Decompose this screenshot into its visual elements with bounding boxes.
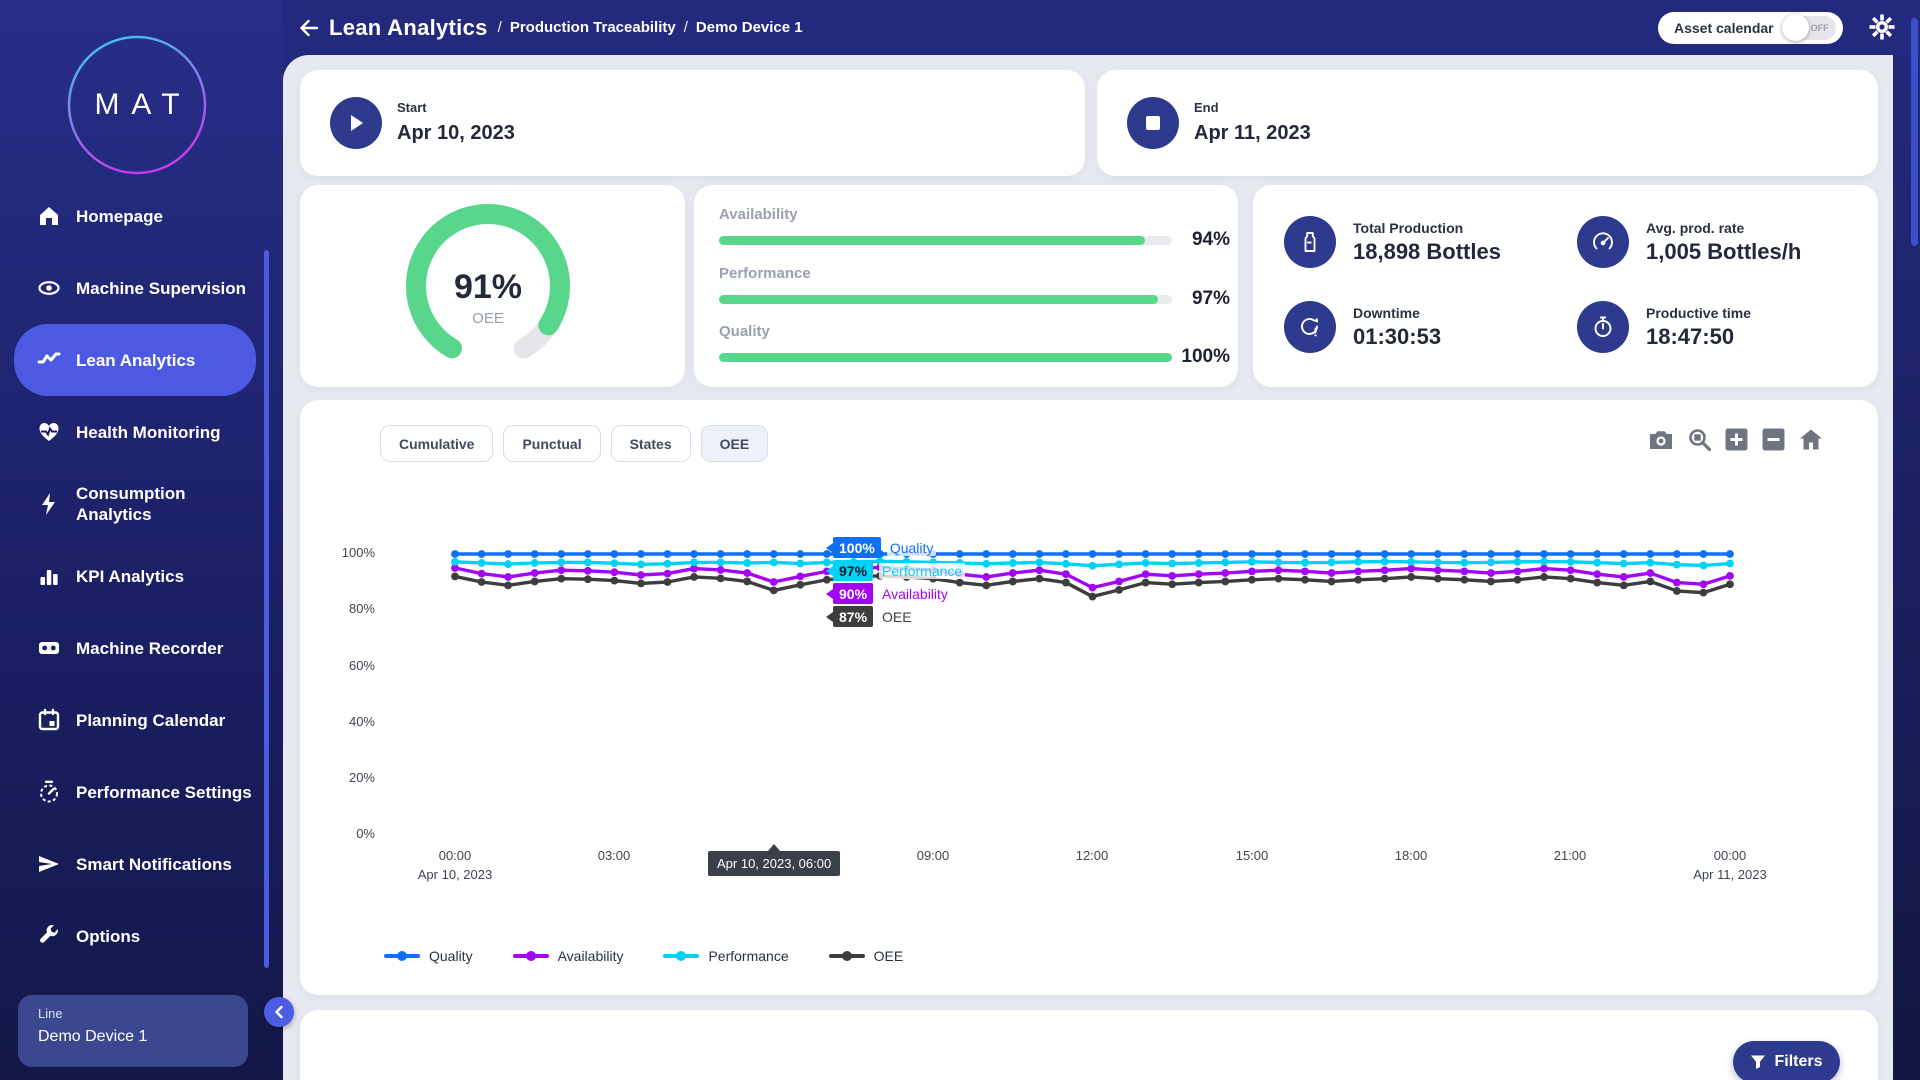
topbar: Lean Analytics / Production Traceability… bbox=[283, 0, 1920, 55]
hover-label-performance: 97%Performance bbox=[826, 560, 965, 581]
calendar-icon bbox=[36, 707, 62, 733]
end-date: Apr 11, 2023 bbox=[1194, 122, 1311, 145]
x-tick: 09:00 bbox=[878, 848, 988, 863]
sidebar-item-machine-recorder[interactable]: Machine Recorder bbox=[14, 612, 256, 684]
x-tick: 18:00 bbox=[1356, 848, 1466, 863]
filters-button[interactable]: Filters bbox=[1733, 1041, 1840, 1080]
sidebar-item-performance-settings[interactable]: Performance Settings bbox=[14, 756, 256, 828]
oee-line-chart[interactable] bbox=[300, 400, 1878, 995]
stop-icon bbox=[1127, 97, 1179, 149]
breadcrumb-item[interactable]: Production Traceability bbox=[510, 19, 676, 36]
asset-calendar-switch[interactable]: OFF bbox=[1784, 16, 1836, 40]
stat-productive-time: Productive time 18:47:50 bbox=[1577, 301, 1751, 353]
x-axis-hover-tooltip: Apr 10, 2023, 06:00 bbox=[708, 851, 840, 876]
stat-total-production: Total Production 18,898 Bottles bbox=[1284, 216, 1501, 268]
kpi-performance-value: 97% bbox=[1180, 288, 1230, 310]
kpi-quality-label: Quality bbox=[719, 323, 770, 340]
sidebar-item-machine-supervision[interactable]: Machine Supervision bbox=[14, 252, 256, 324]
x-tick: 15:00 bbox=[1197, 848, 1307, 863]
stat-downtime: Downtime 01:30:53 bbox=[1284, 301, 1441, 353]
start-label: Start bbox=[397, 100, 427, 115]
sidebar: MAT Homepage Machine Supervision Lean An… bbox=[0, 0, 283, 1080]
x-tick: 00:00Apr 11, 2023 bbox=[1675, 848, 1785, 882]
home-icon bbox=[36, 203, 62, 229]
sidebar-item-homepage[interactable]: Homepage bbox=[14, 180, 256, 252]
bottom-section-card bbox=[300, 1010, 1878, 1080]
gauge-value: 91% bbox=[398, 268, 578, 307]
line-label: Line bbox=[38, 1006, 228, 1021]
kpi-performance-label: Performance bbox=[719, 265, 811, 282]
wrench-icon bbox=[36, 923, 62, 949]
bar-chart-icon bbox=[36, 563, 62, 589]
filter-funnel-icon bbox=[1750, 1054, 1766, 1070]
oee-chart-card: Cumulative Punctual States OEE 100% 80% … bbox=[300, 400, 1878, 995]
tooltip-caret bbox=[768, 844, 780, 851]
hover-label-quality: 100%Quality bbox=[826, 537, 936, 558]
line-selector-panel[interactable]: Line Demo Device 1 bbox=[18, 995, 248, 1067]
gauge-icon bbox=[36, 779, 62, 805]
chevron-left-icon bbox=[273, 1005, 285, 1019]
mat-logo: MAT bbox=[67, 35, 207, 175]
sidebar-item-kpi-analytics[interactable]: KPI Analytics bbox=[14, 540, 256, 612]
breadcrumb-item[interactable]: Demo Device 1 bbox=[696, 19, 803, 36]
sidebar-item-lean-analytics[interactable]: Lean Analytics bbox=[14, 324, 256, 396]
page-title: Lean Analytics bbox=[329, 15, 488, 41]
gauge-label: OEE bbox=[398, 310, 578, 327]
hover-label-oee: 87%OEE bbox=[826, 606, 915, 627]
x-tick: 00:00Apr 10, 2023 bbox=[400, 848, 510, 882]
sidebar-item-consumption-analytics[interactable]: Consumption Analytics bbox=[14, 468, 256, 540]
bottle-icon bbox=[1284, 216, 1336, 268]
kpi-quality-bar bbox=[719, 353, 1172, 362]
legend-availability[interactable]: Availability bbox=[513, 948, 624, 964]
sidebar-item-health-monitoring[interactable]: Health Monitoring bbox=[14, 396, 256, 468]
cassette-icon bbox=[36, 635, 62, 661]
page-scrollbar[interactable] bbox=[1911, 18, 1918, 246]
chart-legend: Quality Availability Performance OEE bbox=[384, 948, 903, 964]
end-date-card[interactable]: End Apr 11, 2023 bbox=[1097, 70, 1878, 176]
logo-text: MAT bbox=[67, 35, 207, 175]
end-label: End bbox=[1194, 100, 1219, 115]
kpi-performance-bar bbox=[719, 295, 1172, 304]
stopwatch-icon bbox=[1577, 301, 1629, 353]
sidebar-item-planning-calendar[interactable]: Planning Calendar bbox=[14, 684, 256, 756]
x-tick: 12:00 bbox=[1037, 848, 1147, 863]
kpi-bars-card: Availability 94% Performance 97% Quality… bbox=[694, 185, 1238, 387]
stat-avg-prod-rate: Avg. prod. rate 1,005 Bottles/h bbox=[1577, 216, 1801, 268]
bolt-icon bbox=[36, 491, 62, 517]
toggle-knob bbox=[1782, 14, 1809, 41]
legend-quality[interactable]: Quality bbox=[384, 948, 473, 964]
kpi-availability-bar bbox=[719, 236, 1172, 245]
eye-icon bbox=[36, 275, 62, 301]
kpi-quality-value: 100% bbox=[1180, 346, 1230, 368]
trend-icon bbox=[36, 347, 62, 373]
heart-pulse-icon bbox=[36, 419, 62, 445]
kpi-availability-label: Availability bbox=[719, 206, 798, 223]
sidebar-item-options[interactable]: Options bbox=[14, 900, 256, 972]
kpi-availability-value: 94% bbox=[1180, 229, 1230, 251]
downtime-icon bbox=[1284, 301, 1336, 353]
legend-performance[interactable]: Performance bbox=[663, 948, 788, 964]
start-date: Apr 10, 2023 bbox=[397, 122, 515, 145]
asset-calendar-label: Asset calendar bbox=[1674, 20, 1774, 36]
legend-oee[interactable]: OEE bbox=[829, 948, 904, 964]
speedometer-icon bbox=[1577, 216, 1629, 268]
asset-calendar-toggle-pill[interactable]: Asset calendar OFF bbox=[1658, 12, 1843, 44]
production-stats-card: Total Production 18,898 Bottles Avg. pro… bbox=[1253, 185, 1878, 387]
x-tick: 21:00 bbox=[1515, 848, 1625, 863]
breadcrumb: / Production Traceability / Demo Device … bbox=[498, 19, 803, 36]
hover-label-availability: 90%Availability bbox=[826, 583, 951, 604]
play-icon bbox=[330, 97, 382, 149]
sidebar-collapse-button[interactable] bbox=[264, 997, 294, 1027]
start-date-card[interactable]: Start Apr 10, 2023 bbox=[300, 70, 1085, 176]
back-arrow-icon[interactable] bbox=[297, 16, 321, 40]
send-icon bbox=[36, 851, 62, 877]
settings-gear-icon[interactable] bbox=[1868, 13, 1896, 41]
line-value: Demo Device 1 bbox=[38, 1028, 228, 1046]
x-tick: 03:00 bbox=[559, 848, 669, 863]
toggle-state-label: OFF bbox=[1811, 23, 1829, 33]
oee-gauge-card: 91% OEE bbox=[300, 185, 685, 387]
sidebar-item-smart-notifications[interactable]: Smart Notifications bbox=[14, 828, 256, 900]
sidebar-scrollbar[interactable] bbox=[264, 250, 269, 968]
